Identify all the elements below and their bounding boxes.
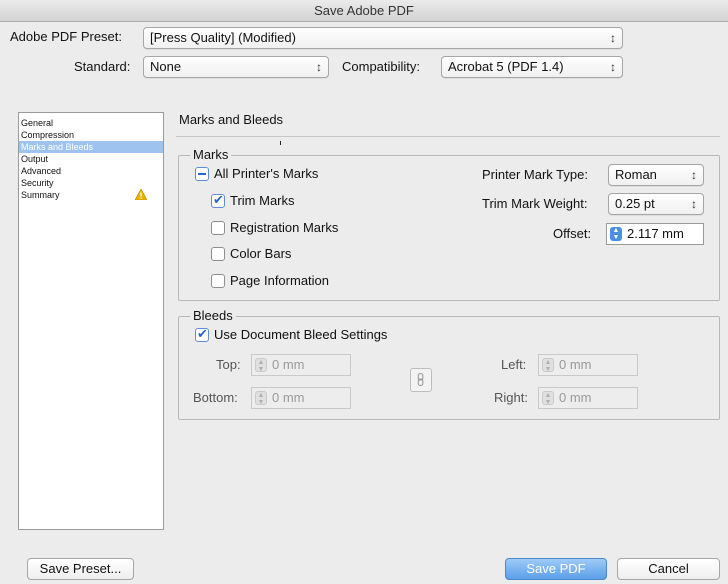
bleed-bottom-field[interactable]: ▲ ▼ 0 mm — [251, 387, 351, 409]
text-cursor — [280, 141, 281, 145]
section-title: Marks and Bleeds — [179, 112, 284, 127]
mixed-state-indicator — [198, 173, 206, 175]
bleed-right-field[interactable]: ▲ ▼ 0 mm — [538, 387, 638, 409]
standard-label: Standard: — [74, 59, 131, 74]
sidebar-item-security[interactable]: Security — [19, 177, 163, 189]
cancel-button[interactable]: Cancel — [617, 558, 720, 580]
bleed-left-label: Left: — [501, 357, 527, 372]
sidebar-item-compression[interactable]: Compression — [19, 129, 163, 141]
bleeds-legend: Bleeds — [190, 308, 236, 323]
printer-mark-type-value: Roman — [615, 167, 657, 182]
chain-link-icon — [417, 373, 424, 386]
page-information-checkbox[interactable] — [211, 274, 225, 288]
category-list[interactable]: General Compression Marks and Bleeds Out… — [18, 112, 164, 530]
color-bars-label: Color Bars — [230, 246, 292, 261]
trim-marks-label: Trim Marks — [230, 193, 295, 208]
bleed-right-label: Right: — [494, 390, 528, 405]
all-printers-marks-label: All Printer's Marks — [214, 166, 319, 181]
offset-value: 2.117 mm — [627, 226, 684, 241]
chevron-updown-icon: ↕ — [610, 60, 616, 74]
compatibility-label: Compatibility: — [342, 59, 421, 74]
chevron-updown-icon: ↕ — [691, 168, 697, 182]
page-information-label: Page Information — [230, 273, 330, 288]
offset-field[interactable]: ▲ ▼ 2.117 mm — [606, 223, 704, 245]
checkmark-icon: ✔ — [197, 326, 208, 341]
sidebar-item-general[interactable]: General — [19, 117, 163, 129]
bleed-top-field[interactable]: ▲ ▼ 0 mm — [251, 354, 351, 376]
compatibility-select[interactable]: Acrobat 5 (PDF 1.4) ↕ — [441, 56, 623, 78]
bleed-bottom-label: Bottom: — [193, 390, 238, 405]
save-pdf-dialog: Save Adobe PDF Adobe PDF Preset: [Press … — [0, 0, 728, 584]
bleed-top-label: Top: — [216, 357, 241, 372]
printer-mark-type-select[interactable]: Roman ↕ — [608, 164, 704, 186]
chevron-updown-icon: ↕ — [610, 31, 616, 45]
warning-icon — [135, 189, 147, 200]
use-document-bleed-checkbox[interactable]: ✔ — [195, 326, 209, 342]
bleed-right-value: 0 mm — [559, 390, 592, 405]
sidebar-item-output[interactable]: Output — [19, 153, 163, 165]
bleed-top-value: 0 mm — [272, 357, 305, 372]
compatibility-select-value: Acrobat 5 (PDF 1.4) — [448, 59, 564, 74]
trim-mark-weight-value: 0.25 pt — [615, 196, 655, 211]
trim-mark-weight-select[interactable]: 0.25 pt ↕ — [608, 193, 704, 215]
stepper-arrows-icon[interactable]: ▲ ▼ — [610, 227, 622, 241]
save-preset-button[interactable]: Save Preset... — [27, 558, 134, 580]
stepper-arrows-icon: ▲ ▼ — [255, 358, 267, 373]
standard-select[interactable]: None ↕ — [143, 56, 329, 78]
color-bars-checkbox[interactable] — [211, 247, 225, 261]
sidebar-item-summary[interactable]: Summary — [19, 189, 163, 201]
registration-marks-checkbox[interactable] — [211, 221, 225, 235]
preset-select-value: [Press Quality] (Modified) — [150, 30, 296, 45]
marks-legend: Marks — [190, 147, 232, 162]
save-pdf-button[interactable]: Save PDF — [505, 558, 607, 580]
trim-marks-checkbox[interactable]: ✔ — [211, 192, 225, 208]
bleed-left-value: 0 mm — [559, 357, 592, 372]
bleed-left-field[interactable]: ▲ ▼ 0 mm — [538, 354, 638, 376]
sidebar-item-marks-and-bleeds[interactable]: Marks and Bleeds — [19, 141, 163, 153]
stepper-arrows-icon: ▲ ▼ — [542, 391, 554, 406]
use-document-bleed-label: Use Document Bleed Settings — [214, 327, 388, 342]
chevron-updown-icon: ↕ — [691, 197, 697, 211]
section-divider — [176, 136, 720, 137]
checkmark-icon: ✔ — [213, 192, 224, 207]
registration-marks-label: Registration Marks — [230, 220, 339, 235]
stepper-arrows-icon: ▲ ▼ — [255, 391, 267, 406]
sidebar-item-advanced[interactable]: Advanced — [19, 165, 163, 177]
bleed-bottom-value: 0 mm — [272, 390, 305, 405]
chevron-updown-icon: ↕ — [316, 60, 322, 74]
all-printers-marks-checkbox[interactable] — [195, 167, 209, 181]
trim-mark-weight-label: Trim Mark Weight: — [482, 196, 588, 211]
window-title: Save Adobe PDF — [0, 0, 728, 22]
standard-select-value: None — [150, 59, 182, 74]
preset-select[interactable]: [Press Quality] (Modified) ↕ — [143, 27, 623, 49]
sidebar-item-summary-label: Summary — [21, 190, 60, 200]
stepper-arrows-icon: ▲ ▼ — [542, 358, 554, 373]
preset-label: Adobe PDF Preset: — [10, 29, 122, 44]
offset-label: Offset: — [553, 226, 592, 241]
printer-mark-type-label: Printer Mark Type: — [482, 167, 588, 182]
link-bleed-values-button[interactable] — [410, 368, 432, 392]
